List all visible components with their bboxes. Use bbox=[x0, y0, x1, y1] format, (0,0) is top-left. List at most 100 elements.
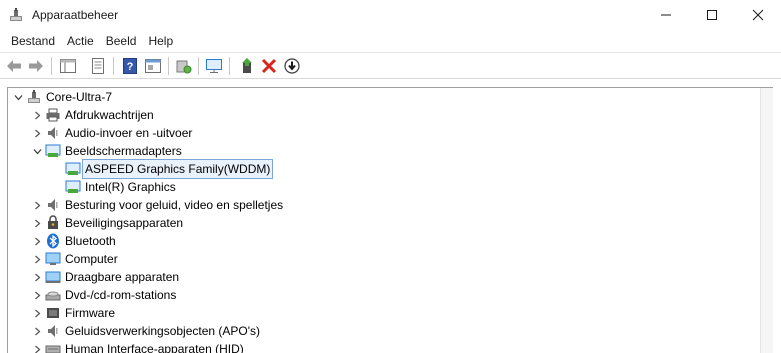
maximize-icon bbox=[707, 10, 717, 20]
chevron-down-icon[interactable] bbox=[29, 142, 45, 160]
menu-beeld[interactable]: Beeld bbox=[100, 30, 143, 52]
printer-icon bbox=[45, 107, 61, 123]
window-list-icon bbox=[145, 59, 161, 73]
speaker-icon bbox=[45, 125, 61, 141]
chevron-right-icon[interactable] bbox=[29, 286, 45, 304]
toolbar-separator bbox=[229, 57, 230, 75]
scan-hardware-icon bbox=[176, 60, 192, 74]
tree-item-label: Beeldschermadapters bbox=[65, 144, 182, 158]
tree-item-aspeed-graphics[interactable]: ASPEED Graphics Family(WDDM) bbox=[65, 159, 274, 179]
portable-device-icon bbox=[45, 269, 61, 285]
bluetooth-icon bbox=[45, 233, 61, 249]
maximize-button[interactable] bbox=[689, 0, 735, 30]
chevron-down-icon[interactable] bbox=[10, 88, 26, 106]
properties-button[interactable] bbox=[89, 57, 107, 75]
display-adapter-icon bbox=[65, 179, 81, 195]
chevron-right-icon[interactable] bbox=[29, 340, 45, 353]
menu-actie[interactable]: Actie bbox=[61, 30, 100, 52]
tree-item-hid[interactable]: Human Interface-apparaten (HID) bbox=[29, 340, 244, 353]
forward-arrow-icon bbox=[29, 60, 43, 72]
update-driver-icon bbox=[242, 58, 252, 73]
show-hidden-button[interactable] bbox=[144, 57, 162, 75]
monitor-view-button[interactable] bbox=[205, 57, 223, 75]
tree-item-beeldschermadapters[interactable]: Beeldschermadapters bbox=[29, 142, 182, 160]
tree-item-computer[interactable]: Computer bbox=[29, 250, 118, 268]
svg-text:?: ? bbox=[127, 61, 134, 73]
chevron-right-icon[interactable] bbox=[29, 106, 45, 124]
display-adapter-icon bbox=[65, 161, 81, 177]
tree-root[interactable]: Core-Ultra-7 bbox=[10, 88, 112, 106]
tree-item-label: Audio-invoer en -uitvoer bbox=[65, 126, 193, 140]
chevron-right-icon[interactable] bbox=[29, 196, 45, 214]
device-view-button[interactable] bbox=[59, 57, 77, 75]
computer-icon bbox=[26, 89, 42, 105]
vertical-scrollbar[interactable] bbox=[760, 88, 773, 353]
tree-item-afdrukwachtrijen[interactable]: Afdrukwachtrijen bbox=[29, 106, 154, 124]
menu-bar: Bestand Actie Beeld Help bbox=[0, 30, 781, 52]
toolbar-separator bbox=[168, 57, 169, 75]
minimize-icon bbox=[661, 14, 671, 16]
monitor-icon bbox=[206, 59, 222, 73]
tree-item-label: Geluidsverwerkingsobjecten (APO's) bbox=[65, 324, 261, 338]
tree-root-label: Core-Ultra-7 bbox=[46, 90, 113, 104]
download-circle-icon bbox=[284, 58, 300, 74]
tree-item-label: Intel(R) Graphics bbox=[85, 180, 176, 194]
tree-item-label: Besturing voor geluid, video en spelletj… bbox=[65, 198, 284, 212]
tree-item-sound-video-game[interactable]: Besturing voor geluid, video en spelletj… bbox=[29, 196, 283, 214]
tree-item-beveiligingsapparaten[interactable]: Beveiligingsapparaten bbox=[29, 214, 183, 232]
chevron-right-icon[interactable] bbox=[29, 124, 45, 142]
disc-drive-icon bbox=[45, 287, 61, 303]
download-driver-button[interactable] bbox=[283, 57, 301, 75]
back-button[interactable] bbox=[5, 57, 23, 75]
chevron-right-icon[interactable] bbox=[29, 304, 45, 322]
minimize-button[interactable] bbox=[643, 0, 689, 30]
tree-item-draagbare-apparaten[interactable]: Draagbare apparaten bbox=[29, 268, 179, 286]
back-arrow-icon bbox=[7, 60, 21, 72]
toolbar-separator bbox=[198, 57, 199, 75]
tree-item-label: Computer bbox=[65, 252, 118, 266]
chevron-right-icon[interactable] bbox=[29, 268, 45, 286]
menu-bestand[interactable]: Bestand bbox=[5, 30, 61, 52]
hid-icon bbox=[45, 341, 61, 353]
forward-button[interactable] bbox=[27, 57, 45, 75]
chevron-right-icon[interactable] bbox=[29, 232, 45, 250]
tree-item-audio-io[interactable]: Audio-invoer en -uitvoer bbox=[29, 124, 192, 142]
chevron-right-icon[interactable] bbox=[29, 322, 45, 340]
view-grid-icon bbox=[60, 59, 76, 73]
tree-item-label: Human Interface-apparaten (HID) bbox=[65, 342, 244, 353]
menu-help[interactable]: Help bbox=[142, 30, 179, 52]
tree-item-label: Draagbare apparaten bbox=[65, 270, 180, 284]
help-book-icon: ? bbox=[123, 58, 137, 74]
device-manager-icon bbox=[8, 7, 24, 23]
tree-item-label: Beveiligingsapparaten bbox=[65, 216, 184, 230]
display-adapter-icon bbox=[45, 143, 61, 159]
tree-item-intel-graphics[interactable]: Intel(R) Graphics bbox=[65, 178, 176, 196]
tree-item-label: Bluetooth bbox=[65, 234, 116, 248]
speaker-icon bbox=[45, 197, 61, 213]
tree-item-apo[interactable]: Geluidsverwerkingsobjecten (APO's) bbox=[29, 322, 260, 340]
title-bar: Apparaatbeheer bbox=[0, 0, 781, 30]
help-button[interactable]: ? bbox=[121, 57, 139, 75]
delete-x-icon bbox=[261, 58, 277, 74]
tree-item-label: Afdrukwachtrijen bbox=[65, 108, 154, 122]
security-device-icon bbox=[45, 215, 61, 231]
device-tree-area: Core-Ultra-7 Afdrukwachtrijen Audio-invo… bbox=[0, 79, 781, 353]
tree-item-label: Dvd-/cd-rom-stations bbox=[65, 288, 177, 302]
toolbar-separator bbox=[113, 57, 114, 75]
tree-item-dvd-cd-rom[interactable]: Dvd-/cd-rom-stations bbox=[29, 286, 176, 304]
computer-icon bbox=[45, 251, 61, 267]
close-button[interactable] bbox=[735, 0, 781, 30]
update-driver-button[interactable] bbox=[238, 57, 256, 75]
toolbar: ? bbox=[0, 52, 781, 79]
chevron-right-icon[interactable] bbox=[29, 250, 45, 268]
properties-sheet-icon bbox=[92, 58, 104, 74]
speaker-icon bbox=[45, 323, 61, 339]
toolbar-separator bbox=[51, 57, 52, 75]
scan-hardware-button[interactable] bbox=[175, 57, 193, 75]
chevron-right-icon[interactable] bbox=[29, 214, 45, 232]
window-title: Apparaatbeheer bbox=[32, 8, 119, 22]
tree-item-firmware[interactable]: Firmware bbox=[29, 304, 115, 322]
close-icon bbox=[752, 9, 764, 21]
tree-item-bluetooth[interactable]: Bluetooth bbox=[29, 232, 116, 250]
uninstall-device-button[interactable] bbox=[260, 57, 278, 75]
